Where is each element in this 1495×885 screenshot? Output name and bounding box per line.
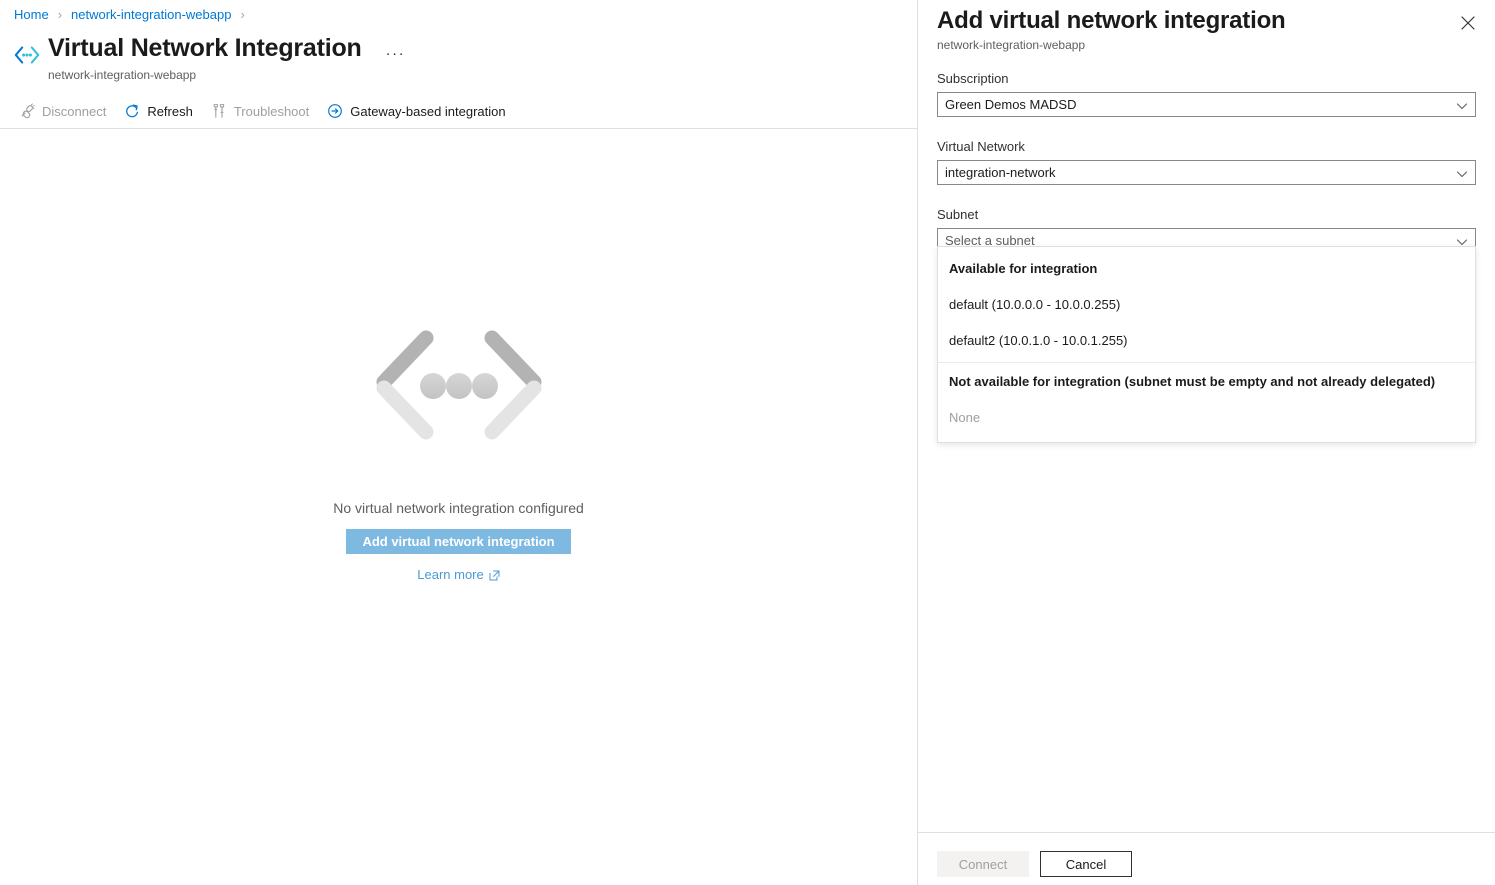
page-title-group: Virtual Network Integration network-inte… bbox=[48, 32, 362, 83]
dropdown-option-none: None bbox=[949, 410, 981, 425]
azure-portal-screen: Home › network-integration-webapp › Virt… bbox=[0, 0, 1495, 885]
chevron-down-icon bbox=[1456, 235, 1468, 247]
close-icon[interactable] bbox=[1453, 8, 1483, 38]
command-refresh[interactable]: Refresh bbox=[115, 96, 202, 126]
breadcrumb-separator-icon: › bbox=[57, 7, 63, 22]
virtual-network-label: Virtual Network bbox=[937, 139, 1025, 154]
breadcrumb-item-home[interactable]: Home bbox=[12, 5, 51, 25]
dropdown-divider bbox=[938, 362, 1475, 363]
virtual-network-value: integration-network bbox=[945, 164, 1056, 180]
disconnect-icon bbox=[19, 103, 35, 119]
chevron-down-icon bbox=[1456, 167, 1468, 179]
subscription-dropdown[interactable]: Green Demos MADSD bbox=[937, 92, 1476, 117]
empty-state-message: No virtual network integration configure… bbox=[333, 500, 584, 516]
command-label: Troubleshoot bbox=[233, 103, 310, 119]
panel-footer-actions: Connect Cancel bbox=[937, 851, 1132, 877]
troubleshoot-icon bbox=[211, 103, 227, 119]
learn-more-link[interactable]: Learn more bbox=[417, 567, 500, 582]
breadcrumb: Home › network-integration-webapp › bbox=[12, 5, 252, 25]
panel-footer: Connect Cancel bbox=[918, 832, 1495, 885]
page-title: Virtual Network Integration bbox=[48, 34, 362, 62]
command-disconnect[interactable]: Disconnect bbox=[10, 96, 115, 126]
cancel-button[interactable]: Cancel bbox=[1040, 851, 1132, 877]
empty-state: No virtual network integration configure… bbox=[0, 330, 917, 582]
command-bar: Disconnect Refresh Troubleshoot Gateway-… bbox=[10, 96, 515, 126]
add-virtual-network-integration-button[interactable]: Add virtual network integration bbox=[346, 529, 571, 554]
command-troubleshoot[interactable]: Troubleshoot bbox=[202, 96, 318, 126]
learn-more-label: Learn more bbox=[417, 567, 484, 582]
external-link-icon bbox=[489, 569, 500, 581]
subscription-value: Green Demos MADSD bbox=[945, 96, 1077, 112]
chevron-down-icon bbox=[1456, 99, 1468, 111]
panel-title: Add virtual network integration bbox=[937, 7, 1286, 34]
virtual-network-integration-blade: Home › network-integration-webapp › Virt… bbox=[0, 0, 917, 885]
vnet-integration-icon bbox=[12, 40, 42, 70]
breadcrumb-separator-icon: › bbox=[240, 7, 245, 22]
breadcrumb-item-webapp[interactable]: network-integration-webapp bbox=[69, 5, 233, 25]
panel-header: Add virtual network integration network-… bbox=[918, 0, 1495, 60]
panel-subtitle: network-integration-webapp bbox=[937, 38, 1086, 52]
command-label: Disconnect bbox=[42, 103, 107, 119]
virtual-network-field: Virtual Network integration-network bbox=[937, 138, 1476, 185]
more-options-button[interactable]: ··· bbox=[382, 42, 410, 66]
page-subtitle: network-integration-webapp bbox=[48, 68, 197, 82]
subnet-label: Subnet bbox=[937, 207, 979, 222]
add-virtual-network-integration-panel: Add virtual network integration network-… bbox=[917, 0, 1495, 885]
code-brackets-ellipsis-icon bbox=[370, 330, 548, 448]
arrow-right-circle-icon bbox=[327, 103, 343, 119]
dropdown-group-header-not-available: Not available for integration (subnet mu… bbox=[949, 374, 1436, 389]
page-header: Virtual Network Integration network-inte… bbox=[12, 32, 409, 83]
dropdown-option-default[interactable]: default (10.0.0.0 - 10.0.0.255) bbox=[938, 287, 1475, 323]
command-label: Refresh bbox=[147, 103, 193, 119]
dropdown-group-header-available: Available for integration bbox=[949, 261, 1098, 276]
subscription-field: Subscription Green Demos MADSD bbox=[937, 70, 1476, 117]
virtual-network-dropdown[interactable]: integration-network bbox=[937, 160, 1476, 185]
subscription-label: Subscription bbox=[937, 71, 1009, 86]
command-bar-divider bbox=[0, 128, 917, 129]
refresh-icon bbox=[124, 103, 140, 119]
connect-button[interactable]: Connect bbox=[937, 851, 1029, 877]
subnet-dropdown-list: Available for integration default (10.0.… bbox=[937, 246, 1476, 443]
command-gateway-based-integration[interactable]: Gateway-based integration bbox=[318, 96, 514, 126]
command-label: Gateway-based integration bbox=[350, 103, 506, 119]
panel-body: Subscription Green Demos MADSD Virtual N… bbox=[918, 70, 1495, 274]
dropdown-option-default2[interactable]: default2 (10.0.1.0 - 10.0.1.255) bbox=[938, 323, 1475, 359]
